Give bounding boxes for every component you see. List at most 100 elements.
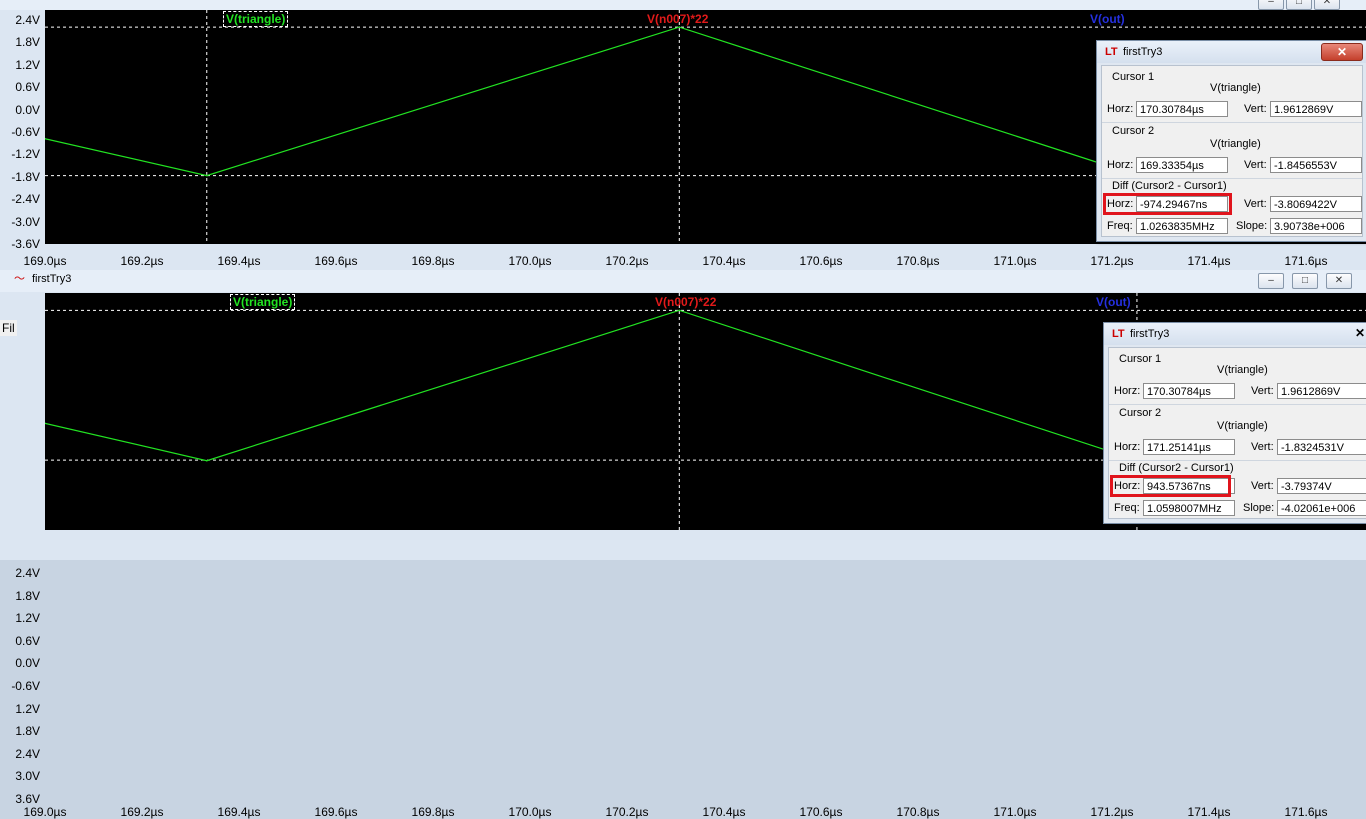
bot-x-tick-label: 171.2µs — [1090, 805, 1134, 819]
bottom-diff-freq-field[interactable]: 1.0598007MHz — [1143, 500, 1235, 516]
bottom-cursor2-group-label: Cursor 2 — [1119, 407, 1162, 419]
bot-y-tick-label: 1.8V — [15, 724, 40, 739]
top-divider-2 — [1102, 178, 1362, 179]
bot-x-tick-label: 171.0µs — [993, 805, 1037, 819]
bottom-diff-slope-label: Slope: — [1243, 502, 1275, 514]
top-dialog-title: firstTry3 — [1123, 46, 1163, 58]
top-x-tick-label: 171.0µs — [993, 254, 1037, 268]
top-maximize-button[interactable]: □ — [1286, 0, 1312, 10]
bottom-close-button[interactable]: ✕ — [1326, 273, 1352, 289]
bottom-cursor1-group-label: Cursor 1 — [1119, 353, 1162, 365]
bot-x-tick-label: 169.0µs — [23, 805, 67, 819]
top-diff-freq-field[interactable]: 1.0263835MHz — [1136, 218, 1228, 234]
top-diff-group-label: Diff (Cursor2 - Cursor1) — [1112, 180, 1227, 192]
top-x-tick-label: 170.8µs — [896, 254, 940, 268]
top-window-titlebar — [0, 0, 1366, 10]
bottom-minimize-button[interactable]: – — [1258, 273, 1284, 289]
top-dialog-titlebar[interactable]: LT firstTry3 ✕ — [1097, 41, 1366, 63]
bottom-trace-label-out[interactable]: V(out) — [1096, 295, 1131, 309]
bot-trace-point — [205, 459, 208, 462]
top-diff-slope-field[interactable]: 3.90738e+006 — [1270, 218, 1362, 234]
top-trace-label-out[interactable]: V(out) — [1090, 12, 1125, 26]
top-dialog-close-button[interactable]: ✕ — [1321, 43, 1363, 61]
bottom-cursor1-horz-field[interactable]: 170.30784µs — [1143, 383, 1235, 399]
bottom-diff-vert-field[interactable]: -3.79374V — [1277, 478, 1366, 494]
top-cursor2-group-label: Cursor 2 — [1112, 125, 1155, 137]
bottom-window-title: firstTry3 — [32, 273, 72, 285]
top-diff-slope-label: Slope: — [1236, 220, 1268, 232]
ltspice-icon: LT — [1112, 328, 1125, 340]
bot-y-tick-label: 2.4V — [15, 566, 40, 580]
top-cursor2-horz-label: Horz: — [1107, 159, 1134, 171]
partial-menu-file[interactable]: Fil — [0, 320, 17, 336]
top-cursor2-vert-field[interactable]: -1.8456553V — [1270, 157, 1362, 173]
ltspice-icon: LT — [1105, 46, 1118, 58]
bottom-window-titlebar — [0, 270, 1366, 292]
top-y-tick-label: -3.6V — [11, 237, 40, 251]
bot-y-tick-label: 0.0V — [15, 656, 40, 671]
bottom-cursor2-trace: V(triangle) — [1217, 420, 1268, 432]
bot-y-tick-label: 0.6V — [15, 633, 40, 648]
bottom-cursor2-vert-label: Vert: — [1251, 441, 1274, 453]
bottom-cursor1-trace: V(triangle) — [1217, 364, 1268, 376]
top-y-tick-label: 1.8V — [15, 35, 40, 50]
bottom-maximize-button[interactable]: □ — [1292, 273, 1318, 289]
top-x-tick-label: 171.2µs — [1090, 254, 1134, 268]
top-y-tick-label: -1.2V — [11, 147, 40, 162]
top-trace-point — [205, 174, 208, 177]
top-close-button[interactable]: ✕ — [1314, 0, 1340, 10]
bot-x-tick-label: 170.6µs — [799, 805, 843, 819]
bottom-dialog-title: firstTry3 — [1130, 328, 1170, 340]
top-x-tick-label: 171.4µs — [1187, 254, 1231, 268]
top-y-tick-label: 0.6V — [15, 80, 40, 95]
bot-x-tick-label: 170.2µs — [605, 805, 649, 819]
bottom-trace-label-triangle[interactable]: V(triangle) — [230, 294, 296, 310]
top-cursor1-vert-label: Vert: — [1244, 103, 1267, 115]
bottom-cursor2-horz-field[interactable]: 171.25141µs — [1143, 439, 1235, 455]
top-trace-point — [678, 26, 681, 28]
bottom-cursor1-vert-label: Vert: — [1251, 385, 1274, 397]
top-y-tick-label: -3.0V — [11, 214, 40, 229]
top-cursor1-horz-label: Horz: — [1107, 103, 1134, 115]
top-x-tick-label: 170.4µs — [702, 254, 746, 268]
bot-x-tick-label: 169.6µs — [314, 805, 358, 819]
top-diff-vert-label: Vert: — [1244, 198, 1267, 210]
bottom-dialog-body: Cursor 1 V(triangle) Horz: 170.30784µs V… — [1108, 347, 1366, 519]
top-y-tick-label: -2.4V — [11, 192, 40, 207]
top-cursor1-horz-field[interactable]: 170.30784µs — [1136, 101, 1228, 117]
bottom-diff-vert-label: Vert: — [1251, 480, 1274, 492]
top-trace-label-n007[interactable]: V(n007)*22 — [647, 12, 708, 26]
top-diff-vert-field[interactable]: -3.8069422V — [1270, 196, 1362, 212]
bottom-dialog-close-button[interactable]: ✕ — [1350, 325, 1366, 341]
bottom-diff-group-label: Diff (Cursor2 - Cursor1) — [1119, 462, 1234, 474]
top-cursor-dialog: LT firstTry3 ✕ Cursor 1 V(triangle) Horz… — [1096, 40, 1366, 242]
top-dialog-body: Cursor 1 V(triangle) Horz: 170.30784µs V… — [1101, 65, 1363, 237]
top-y-tick-label: -0.6V — [11, 125, 40, 139]
top-y-tick-label: -1.8V — [11, 169, 40, 184]
top-y-tick-label: 1.2V — [15, 57, 40, 72]
bottom-divider-2 — [1109, 460, 1366, 461]
top-divider-1 — [1102, 122, 1362, 123]
bottom-cursor1-vert-field[interactable]: 1.9612869V — [1277, 383, 1366, 399]
bot-y-tick-label: 3.6V — [15, 792, 40, 806]
top-cursor1-trace: V(triangle) — [1210, 82, 1261, 94]
bot-x-tick-label: 169.4µs — [217, 805, 261, 819]
bot-x-tick-label: 169.2µs — [120, 805, 164, 819]
bottom-diff-freq-label: Freq: — [1114, 502, 1140, 514]
bottom-cursor2-vert-field[interactable]: -1.8324531V — [1277, 439, 1366, 455]
top-diff-horz-highlight — [1103, 193, 1232, 215]
top-x-tick-label: 169.2µs — [120, 254, 164, 268]
bottom-trace-label-n007[interactable]: V(n007)*22 — [655, 295, 716, 309]
bottom-divider-1 — [1109, 404, 1366, 405]
bot-y-tick-label: 1.2V — [15, 701, 40, 716]
waveform-app-icon: 〜 — [14, 273, 25, 285]
top-minimize-button[interactable]: – — [1258, 0, 1284, 10]
bottom-diff-horz-highlight — [1110, 475, 1231, 497]
top-x-tick-label: 169.8µs — [411, 254, 455, 268]
top-trace-label-triangle[interactable]: V(triangle) — [223, 11, 289, 27]
top-cursor2-horz-field[interactable]: 169.33354µs — [1136, 157, 1228, 173]
bot-x-tick-label: 170.8µs — [896, 805, 940, 819]
top-cursor1-vert-field[interactable]: 1.9612869V — [1270, 101, 1362, 117]
bottom-diff-slope-field[interactable]: -4.02061e+006 — [1277, 500, 1366, 516]
bottom-dialog-titlebar[interactable]: LT firstTry3 ✕ — [1104, 323, 1366, 345]
